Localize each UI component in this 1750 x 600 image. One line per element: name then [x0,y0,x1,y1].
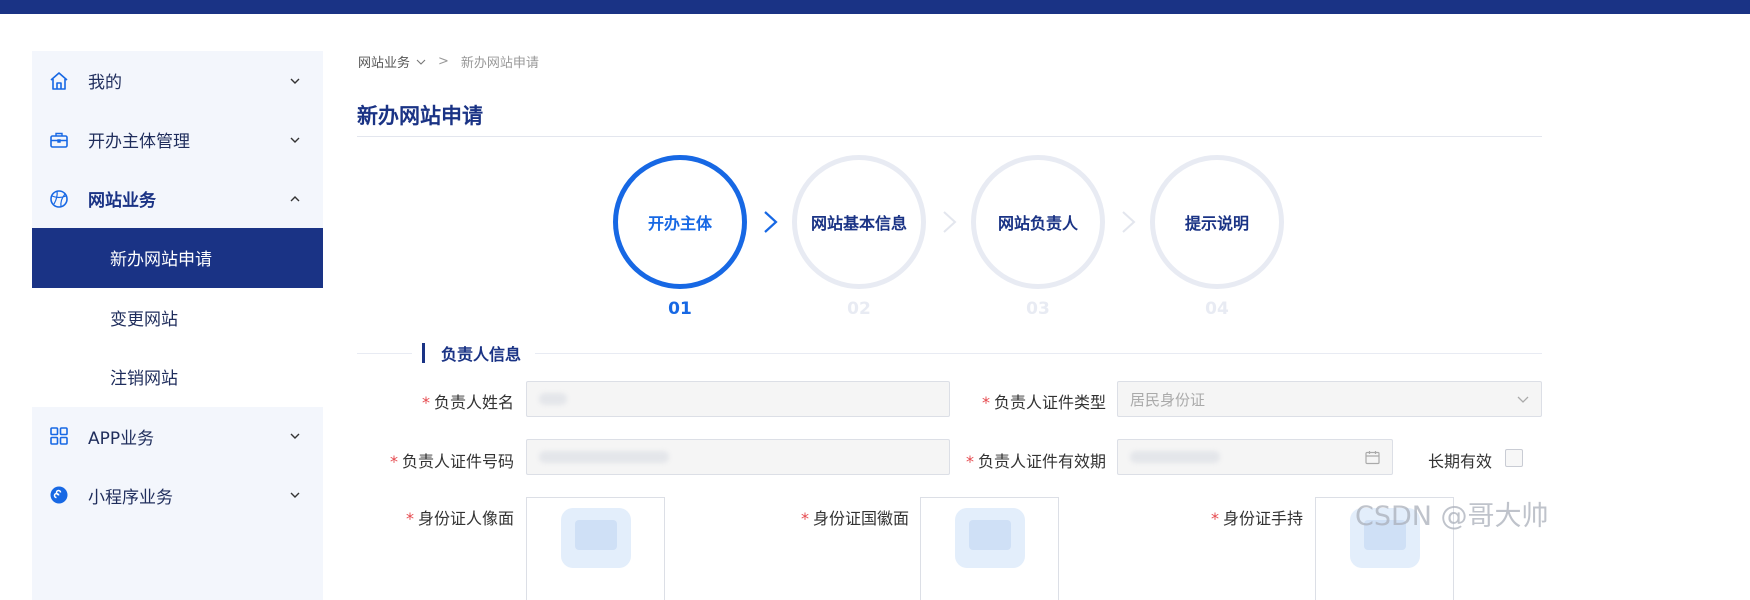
step-label: 网站基本信息 [810,214,907,233]
home-icon [48,70,70,92]
mini-program-icon [48,484,70,506]
sidebar-item-label: 网站业务 [88,191,156,211]
chevron-right-icon [764,211,778,233]
chevron-right-icon [1122,211,1136,233]
section-header: 负责人信息 [412,341,536,365]
step-number: 04 [1205,299,1229,319]
breadcrumb: 网站业务 > 新办网站申请 [358,52,539,71]
step-3[interactable]: 网站负责人 [971,155,1105,289]
required-marker: * [405,509,414,528]
section-title: 负责人信息 [441,345,522,364]
sidebar-item-label: APP业务 [88,428,155,449]
chevron-down-icon [1517,396,1529,403]
sidebar-subitem-cancel-website[interactable]: 注销网站 [32,347,323,407]
page-title: 新办网站申请 [357,104,483,128]
chevron-up-icon [288,192,302,206]
title-divider [357,136,1542,137]
step-label: 开办主体 [647,214,712,233]
sidebar-subitem-label: 变更网站 [110,309,178,330]
sidebar-item-label: 开办主体管理 [88,132,190,152]
chevron-down-icon [288,488,302,502]
sidebar-subitem-label: 新办网站申请 [110,250,212,271]
id-number-label: * 负责人证件号码 [389,452,514,471]
breadcrumb-parent[interactable]: 网站业务 [358,52,410,71]
breadcrumb-separator: > [438,54,449,69]
sidebar-subitem-change-website[interactable]: 变更网站 [32,287,323,347]
id-hand-label: * 身份证手持 [1210,509,1303,528]
step-number: 01 [668,299,692,319]
image-placeholder-icon [561,508,631,568]
id-validity-label: * 负责人证件有效期 [965,452,1106,471]
required-marker: * [965,452,974,471]
required-marker: * [389,452,398,471]
required-marker: * [1210,509,1219,528]
long-term-label: 长期有效 [1428,452,1493,471]
long-term-checkbox[interactable] [1505,449,1523,467]
step-1[interactable]: 开办主体 [613,155,747,289]
apps-grid-icon [48,425,70,447]
step-number: 02 [847,299,871,319]
calendar-icon [1365,451,1380,465]
id-type-value: 居民身份证 [1130,390,1206,409]
chevron-right-icon [943,211,957,233]
sidebar-item-label: 我的 [88,73,122,93]
id-number-input[interactable] [526,439,950,475]
section-accent-bar [422,343,425,363]
globe-icon [48,188,70,210]
name-label: * 负责人姓名 [421,393,514,412]
id-validity-date-input[interactable] [1117,439,1393,475]
redacted-value [539,393,567,405]
id-front-label: * 身份证人像面 [405,509,514,528]
sidebar-subitem-new-website[interactable]: 新办网站申请 [32,228,323,288]
sidebar-item-app-business[interactable]: APP业务 [32,407,323,466]
redacted-value [1130,451,1220,463]
id-back-label: * 身份证国徽面 [800,509,909,528]
id-type-label: * 负责人证件类型 [981,393,1106,412]
breadcrumb-current: 新办网站申请 [460,56,539,71]
chevron-down-icon [288,133,302,147]
watermark: CSDN @哥大帅 [1355,501,1549,532]
required-marker: * [421,393,430,412]
step-label: 提示说明 [1184,214,1249,233]
redacted-value [539,451,669,463]
name-input[interactable] [526,381,950,417]
sidebar-item-label: 小程序业务 [88,487,173,508]
sidebar: 我的 开办主体管理 网站业务 新办网站申请 变更网站 注销网站 APP业务 小程… [32,51,323,600]
step-label: 网站负责人 [997,214,1078,233]
required-marker: * [981,393,990,412]
id-back-upload[interactable] [920,497,1059,600]
step-number: 03 [1026,299,1050,319]
chevron-down-icon [288,429,302,443]
sidebar-item-mini-program[interactable]: 小程序业务 [32,466,323,525]
step-2[interactable]: 网站基本信息 [792,155,926,289]
sidebar-item-entity-management[interactable]: 开办主体管理 [32,110,323,169]
sidebar-item-mine[interactable]: 我的 [32,51,323,110]
briefcase-icon [48,129,70,151]
id-type-select[interactable]: 居民身份证 [1117,381,1542,417]
chevron-down-icon[interactable] [416,54,426,69]
sidebar-subitem-label: 注销网站 [110,369,178,390]
top-header-bar [0,0,1750,14]
step-4[interactable]: 提示说明 [1150,155,1284,289]
chevron-down-icon [288,74,302,88]
id-front-upload[interactable] [526,497,665,600]
sidebar-item-website-business[interactable]: 网站业务 [32,169,323,228]
required-marker: * [800,509,809,528]
image-placeholder-icon [955,508,1025,568]
